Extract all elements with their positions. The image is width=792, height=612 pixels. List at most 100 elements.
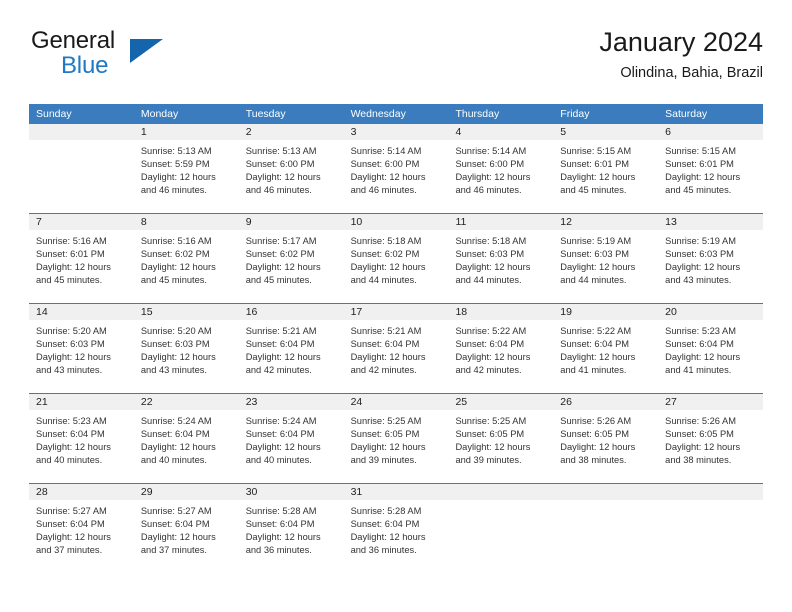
calendar-week-row: 7 Sunrise: 5:16 AM Sunset: 6:01 PM Daylight… bbox=[29, 213, 764, 303]
day-detail-line: Daylight: 12 hours bbox=[665, 262, 741, 273]
day-number: 3 bbox=[343, 124, 449, 140]
general-blue-logo: General Blue bbox=[29, 26, 239, 90]
day-detail-line: Daylight: 12 hours bbox=[245, 532, 321, 543]
day-detail-line: Sunset: 6:05 PM bbox=[350, 429, 420, 440]
day-number: 13 bbox=[658, 214, 764, 230]
day-cell[interactable]: 27 Sunrise: 5:26 AM Sunset: 6:05 PM Dayligh… bbox=[658, 394, 764, 483]
day-cell[interactable]: 30 Sunrise: 5:28 AM Sunset: 6:04 PM Dayligh… bbox=[238, 484, 344, 573]
day-number: 15 bbox=[133, 304, 239, 320]
day-cell[interactable]: 15 Sunrise: 5:20 AM Sunset: 6:03 PM Dayligh… bbox=[133, 304, 239, 393]
day-cell[interactable]: 26 Sunrise: 5:26 AM Sunset: 6:05 PM Dayligh… bbox=[553, 394, 659, 483]
day-cell[interactable]: 6 Sunrise: 5:15 AM Sunset: 6:01 PM Daylight… bbox=[658, 124, 764, 213]
day-detail-line: Sunrise: 5:18 AM bbox=[455, 236, 527, 246]
day-cell[interactable]: 8 Sunrise: 5:16 AM Sunset: 6:02 PM Daylight… bbox=[133, 214, 239, 303]
day-cell[interactable]: 4 Sunrise: 5:14 AM Sunset: 6:00 PM Daylight… bbox=[448, 124, 554, 213]
day-detail-line: Sunrise: 5:26 AM bbox=[560, 416, 632, 426]
day-detail-line: and 41 minutes. bbox=[665, 365, 732, 376]
day-number: 24 bbox=[343, 394, 449, 410]
calendar-page: General Blue January 2024 Olindina, Bahi… bbox=[0, 0, 792, 612]
day-cell[interactable]: 3 Sunrise: 5:14 AM Sunset: 6:00 PM Daylight… bbox=[343, 124, 449, 213]
day-number: 20 bbox=[658, 304, 764, 320]
day-cell[interactable]: 20 Sunrise: 5:23 AM Sunset: 6:04 PM Dayligh… bbox=[658, 304, 764, 393]
day-cell[interactable]: 25 Sunrise: 5:25 AM Sunset: 6:05 PM Dayligh… bbox=[448, 394, 554, 483]
day-detail-line: Sunset: 6:01 PM bbox=[560, 159, 630, 170]
day-details: Sunrise: 5:13 AM Sunset: 6:00 PM Daylight:… bbox=[239, 140, 344, 197]
day-detail-line: Daylight: 12 hours bbox=[350, 262, 426, 273]
day-detail-line: Sunset: 6:05 PM bbox=[560, 429, 630, 440]
day-details: Sunrise: 5:19 AM Sunset: 6:03 PM Daylight:… bbox=[658, 230, 763, 287]
day-details: Sunrise: 5:14 AM Sunset: 6:00 PM Daylight:… bbox=[344, 140, 449, 197]
day-cell[interactable]: 2 Sunrise: 5:13 AM Sunset: 6:00 PM Daylight… bbox=[238, 124, 344, 213]
day-cell[interactable]: 21 Sunrise: 5:23 AM Sunset: 6:04 PM Dayligh… bbox=[29, 394, 134, 483]
day-detail-line: and 46 minutes. bbox=[245, 185, 312, 196]
weekday-header-wednesday: Wednesday bbox=[350, 108, 406, 120]
day-detail-line: Sunset: 6:04 PM bbox=[36, 519, 105, 530]
day-details: Sunrise: 5:26 AM Sunset: 6:05 PM Daylight:… bbox=[553, 410, 658, 467]
day-detail-line: Sunrise: 5:25 AM bbox=[350, 416, 422, 426]
day-cell[interactable]: 18 Sunrise: 5:22 AM Sunset: 6:04 PM Dayligh… bbox=[448, 304, 554, 393]
day-cell[interactable]: 1 Sunrise: 5:13 AM Sunset: 5:59 PM Daylight… bbox=[133, 124, 239, 213]
day-detail-line: Sunrise: 5:19 AM bbox=[665, 236, 736, 246]
day-detail-line: Daylight: 12 hours bbox=[245, 172, 321, 183]
day-detail-line: Daylight: 12 hours bbox=[665, 442, 741, 453]
day-cell[interactable]: 17 Sunrise: 5:21 AM Sunset: 6:04 PM Dayligh… bbox=[343, 304, 449, 393]
day-detail-line: Daylight: 12 hours bbox=[455, 442, 531, 453]
day-number: 11 bbox=[448, 214, 554, 230]
day-number: 21 bbox=[29, 394, 134, 410]
day-cell[interactable]: 28 Sunrise: 5:27 AM Sunset: 6:04 PM Dayligh… bbox=[29, 484, 134, 573]
day-details bbox=[448, 500, 553, 505]
day-detail-line: Sunset: 6:00 PM bbox=[350, 159, 420, 170]
day-details: Sunrise: 5:15 AM Sunset: 6:01 PM Daylight:… bbox=[553, 140, 658, 197]
day-detail-line: Sunset: 6:04 PM bbox=[245, 429, 315, 440]
day-cell[interactable]: 16 Sunrise: 5:21 AM Sunset: 6:04 PM Dayligh… bbox=[238, 304, 344, 393]
day-detail-line: and 45 minutes. bbox=[36, 275, 103, 286]
week-cells: 14 Sunrise: 5:20 AM Sunset: 6:03 PM Dayligh… bbox=[29, 304, 764, 393]
day-cell[interactable]: 22 Sunrise: 5:24 AM Sunset: 6:04 PM Dayligh… bbox=[133, 394, 239, 483]
day-detail-line: Sunset: 6:04 PM bbox=[245, 339, 315, 350]
day-cell-empty bbox=[553, 484, 659, 573]
day-details: Sunrise: 5:21 AM Sunset: 6:04 PM Daylight:… bbox=[239, 320, 344, 377]
day-number bbox=[448, 484, 554, 500]
day-detail-line: Sunset: 6:01 PM bbox=[665, 159, 734, 170]
day-number: 27 bbox=[658, 394, 764, 410]
day-cell-empty bbox=[29, 124, 134, 213]
day-cell[interactable]: 19 Sunrise: 5:22 AM Sunset: 6:04 PM Dayligh… bbox=[553, 304, 659, 393]
day-detail-line: Sunset: 6:03 PM bbox=[560, 249, 630, 260]
day-cell[interactable]: 12 Sunrise: 5:19 AM Sunset: 6:03 PM Dayligh… bbox=[553, 214, 659, 303]
day-detail-line: Sunrise: 5:15 AM bbox=[560, 146, 632, 156]
weekday-header-saturday: Saturday bbox=[665, 108, 708, 120]
day-detail-line: Sunset: 6:02 PM bbox=[245, 249, 315, 260]
day-cell[interactable]: 5 Sunrise: 5:15 AM Sunset: 6:01 PM Daylight… bbox=[553, 124, 659, 213]
day-cell[interactable]: 31 Sunrise: 5:28 AM Sunset: 6:04 PM Dayligh… bbox=[343, 484, 449, 573]
day-cell[interactable]: 14 Sunrise: 5:20 AM Sunset: 6:03 PM Dayligh… bbox=[29, 304, 134, 393]
day-detail-line: Sunrise: 5:17 AM bbox=[245, 236, 317, 246]
day-detail-line: and 46 minutes. bbox=[455, 185, 522, 196]
day-details: Sunrise: 5:20 AM Sunset: 6:03 PM Daylight:… bbox=[29, 320, 134, 377]
day-cell-empty bbox=[448, 484, 554, 573]
day-detail-line: and 37 minutes. bbox=[140, 545, 208, 556]
day-details: Sunrise: 5:27 AM Sunset: 6:04 PM Daylight:… bbox=[29, 500, 134, 557]
day-detail-line: Sunset: 6:03 PM bbox=[36, 339, 105, 350]
day-detail-line: Sunrise: 5:16 AM bbox=[36, 236, 107, 246]
calendar-weeks: 1 Sunrise: 5:13 AM Sunset: 5:59 PM Daylight… bbox=[29, 124, 764, 573]
day-cell[interactable]: 7 Sunrise: 5:16 AM Sunset: 6:01 PM Daylight… bbox=[29, 214, 134, 303]
day-cell[interactable]: 13 Sunrise: 5:19 AM Sunset: 6:03 PM Dayligh… bbox=[658, 214, 764, 303]
day-detail-line: and 46 minutes. bbox=[350, 185, 417, 196]
day-cell[interactable]: 24 Sunrise: 5:25 AM Sunset: 6:05 PM Dayligh… bbox=[343, 394, 449, 483]
day-detail-line: Daylight: 12 hours bbox=[140, 442, 216, 453]
day-detail-line: Daylight: 12 hours bbox=[350, 442, 426, 453]
day-number: 18 bbox=[448, 304, 554, 320]
day-cell[interactable]: 10 Sunrise: 5:18 AM Sunset: 6:02 PM Dayligh… bbox=[343, 214, 449, 303]
day-cell[interactable]: 11 Sunrise: 5:18 AM Sunset: 6:03 PM Dayligh… bbox=[448, 214, 554, 303]
location-subtitle: Olindina, Bahia, Brazil bbox=[620, 65, 763, 81]
day-detail-line: and 45 minutes. bbox=[560, 185, 627, 196]
weekday-header-row: Sunday Monday Tuesday Wednesday Thursday Frid… bbox=[29, 104, 763, 124]
day-detail-line: Daylight: 12 hours bbox=[36, 442, 111, 453]
day-cell[interactable]: 9 Sunrise: 5:17 AM Sunset: 6:02 PM Daylight… bbox=[238, 214, 344, 303]
day-number: 12 bbox=[553, 214, 659, 230]
day-number: 23 bbox=[238, 394, 344, 410]
day-cell[interactable]: 23 Sunrise: 5:24 AM Sunset: 6:04 PM Dayligh… bbox=[238, 394, 344, 483]
day-cell[interactable]: 29 Sunrise: 5:27 AM Sunset: 6:04 PM Dayligh… bbox=[133, 484, 239, 573]
day-detail-line: Sunset: 6:03 PM bbox=[140, 339, 210, 350]
day-details: Sunrise: 5:23 AM Sunset: 6:04 PM Daylight:… bbox=[658, 320, 763, 377]
